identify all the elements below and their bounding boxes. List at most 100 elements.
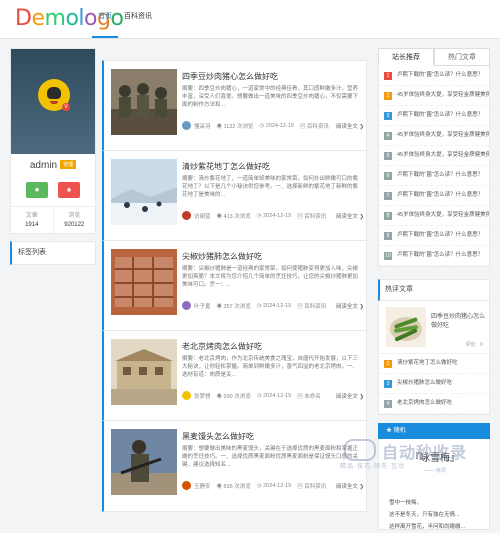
hot-item-title[interactable]: 四季豆炒肉猪心怎么做好吃 xyxy=(431,311,489,329)
post-date-text: 2024-12-19 xyxy=(263,212,292,219)
recommended-item-title: 卢熙下载的“菌”怎么读？什么意思？ xyxy=(397,72,484,78)
author-avatar[interactable] xyxy=(182,391,191,400)
view-count-text: 413 次浏览 xyxy=(223,213,251,220)
post-category-text: 百科资讯 xyxy=(304,483,327,490)
view-count: ◉ 357 次浏览 xyxy=(217,302,251,310)
post-thumbnail[interactable] xyxy=(111,249,177,315)
tab-recommended[interactable]: 站长推荐 xyxy=(378,48,434,66)
rank-number: 1 xyxy=(384,71,392,80)
post-thumbnail[interactable] xyxy=(111,69,177,135)
eye-icon: ◉ xyxy=(216,303,224,310)
rank-number: 9 xyxy=(384,231,392,240)
hot-item-featured[interactable]: 四季豆炒肉猪心怎么做好吃 评论：0 xyxy=(379,301,489,354)
read-more-link[interactable]: 阅读全文 ❯ xyxy=(336,122,364,130)
recommended-item-title: 45岁体验终身大提，享受轻金质健美俱乐... xyxy=(397,132,489,138)
hot-item[interactable]: 4 老北京烤肉怎么做好吃 xyxy=(379,394,489,414)
logo-letter: m xyxy=(44,6,66,31)
hot-comments-header: 热评文章 xyxy=(378,279,490,301)
rank-number: 6 xyxy=(384,171,392,180)
post-date-text: 2024-12-19 xyxy=(263,302,292,309)
post-excerpt: 摘要：想要做出美味的黑麦馒头，关键在于选择优质的黑麦面粉和掌握正确的烹饪技巧。一… xyxy=(182,446,359,468)
hot-item[interactable]: 3 尖椒炒猪肺怎么做好吃 xyxy=(379,374,489,394)
recommended-item[interactable]: 9 卢熙下载的“菌”怎么读？什么意思？ xyxy=(379,226,489,246)
read-more-link[interactable]: 阅读全文 ❯ xyxy=(336,482,364,490)
sidebar-tabs: 站长推荐 热门文章 xyxy=(378,48,490,66)
stat-value: 920122 xyxy=(64,222,85,228)
recommended-item[interactable]: 5 45岁体验终身大提，享受轻金质健美俱乐... xyxy=(379,146,489,166)
random-header: ★ 随机 xyxy=(378,423,490,439)
recommended-item[interactable]: 8 45岁体验终身大提，享受轻金质健美俱乐... xyxy=(379,206,489,226)
arrow-right-icon: ❯ xyxy=(359,213,364,220)
profile-name: admin xyxy=(29,160,58,171)
post-meta: 叶子夏 ◉ 357 次浏览 ◷ 2024-12-19 ▤ 百科资讯 阅读全文 ❯ xyxy=(182,301,364,310)
read-more-link[interactable]: 阅读全文 ❯ xyxy=(336,302,364,310)
read-more-link[interactable]: 阅读全文 ❯ xyxy=(336,392,364,400)
stat-label: 浏览 xyxy=(68,213,81,219)
wechat-button[interactable]: ● xyxy=(26,182,48,198)
qq-button[interactable]: ♠ xyxy=(58,182,80,198)
post-date-text: 2024-12-19 xyxy=(265,122,294,129)
post-thumbnail[interactable] xyxy=(111,429,177,495)
top-header: Demologo 首页 百科资讯 xyxy=(0,0,500,39)
post-title[interactable]: 黑麦馒头怎么做好吃 xyxy=(182,431,254,442)
post-category[interactable]: ▤ 百科资讯 xyxy=(300,122,329,130)
hot-item[interactable]: 2 清炒紫花地丁怎么做好吃 xyxy=(379,354,489,374)
read-more-link[interactable]: 阅读全文 ❯ xyxy=(336,212,364,220)
recommended-item-title: 卢熙下载的“菌”怎么读？什么意思？ xyxy=(397,112,484,118)
qq-icon: ♠ xyxy=(66,185,72,194)
read-more-text: 阅读全文 xyxy=(335,303,358,310)
post-category[interactable]: ▤ 百科资讯 xyxy=(297,482,326,490)
recommended-item[interactable]: 7 卢熙下载的“菌”怎么读？什么意思？ xyxy=(379,186,489,206)
recommended-item[interactable]: 10 卢熙下载的“菌”怎么读？什么意思？ xyxy=(379,246,489,266)
author-name[interactable]: 懂采羽 xyxy=(194,122,211,130)
recommended-item[interactable]: 3 卢熙下载的“菌”怎么读？什么意思？ xyxy=(379,106,489,126)
post-title[interactable]: 尖椒炒猪肺怎么做好吃 xyxy=(182,251,262,262)
stat-label: 文章 xyxy=(25,213,38,219)
tab-popular[interactable]: 热门文章 xyxy=(434,48,490,66)
folder-icon: ▤ xyxy=(299,123,307,130)
read-more-text: 阅读全文 xyxy=(335,483,358,490)
eye-icon: ◉ xyxy=(216,123,224,130)
post-category[interactable]: ▤ 百科资讯 xyxy=(297,212,326,220)
post-category[interactable]: ▤ 未命名 xyxy=(297,392,321,400)
author-name[interactable]: 叶子夏 xyxy=(194,302,211,310)
author-name[interactable]: 张梦想 xyxy=(194,392,211,400)
arrow-right-icon: ❯ xyxy=(359,483,364,490)
recommended-item[interactable]: 4 45岁体验终身大提，享受轻金质健美俱乐... xyxy=(379,126,489,146)
post-category[interactable]: ▤ 百科资讯 xyxy=(297,302,326,310)
author-avatar[interactable] xyxy=(182,481,191,490)
quote-line: 雪中一枝梅， xyxy=(389,500,423,506)
hot-item-thumbnail[interactable] xyxy=(386,307,426,347)
tag-list-header: 标签列表 xyxy=(10,241,96,265)
arrow-right-icon: ❯ xyxy=(359,123,364,130)
hot-item-title: 尖椒炒猪肺怎么做好吃 xyxy=(397,380,453,386)
post-thumbnail[interactable] xyxy=(111,339,177,405)
quote-source: —— 诗词 xyxy=(424,468,446,474)
author-avatar[interactable] xyxy=(182,121,191,130)
author-avatar[interactable] xyxy=(182,301,191,310)
post-excerpt: 摘要：尖椒炒猪肺是一道经典的家常菜，如何使猪肺变得更加入味，尖椒更加爽脆？本文将… xyxy=(182,266,359,288)
view-count-text: 1132 次浏览 xyxy=(223,123,254,130)
recommended-item[interactable]: 2 45岁体验终身大提，享受轻金质健美俱乐... xyxy=(379,86,489,106)
post-title[interactable]: 四季豆炒肉猪心怎么做好吃 xyxy=(182,71,278,82)
author-name[interactable]: 访谢蓝 xyxy=(194,212,211,220)
author-avatar[interactable] xyxy=(182,211,191,220)
eye-icon: ◉ xyxy=(216,393,224,400)
recommended-item-title: 45岁体验终身大提，享受轻金质健美俱乐... xyxy=(397,212,489,218)
quote-text: 雪中一枝梅， 这不是冬天，只有独在无情... 这样离开雪花，半问和尚缴缴... xyxy=(389,497,465,533)
post-excerpt: 摘要：四季豆炒肉猪心，一道家常中的经典佳肴，其口感鲜嫩多汁，营养丰富，深受人们喜… xyxy=(182,86,359,108)
post-title[interactable]: 老北京烤肉怎么做好吃 xyxy=(182,341,262,352)
verified-icon: V xyxy=(62,103,70,111)
profile-card: V admin 管理 ● ♠ 文章 1914 浏览 920122 xyxy=(10,48,96,234)
nav-home[interactable]: 首页 xyxy=(92,0,118,38)
nav-encyclopedia[interactable]: 百科资讯 xyxy=(118,0,158,36)
recommended-item[interactable]: 6 卢熙下载的“菌”怎么读？什么意思？ xyxy=(379,166,489,186)
post-thumbnail[interactable] xyxy=(111,159,177,225)
post-title[interactable]: 清炒紫花地丁怎么做好吃 xyxy=(182,161,270,172)
rank-number: 10 xyxy=(384,251,392,260)
recommended-item[interactable]: 1 卢熙下载的“菌”怎么读？什么意思？ xyxy=(379,66,489,86)
author-name[interactable]: 玉静安 xyxy=(194,482,211,490)
view-count-text: 357 次浏览 xyxy=(223,303,251,310)
post-item: 黑麦馒头怎么做好吃 摘要：想要做出美味的黑麦馒头，关键在于选择优质的黑麦面粉和掌… xyxy=(102,420,367,512)
post-date: ◷ 2024-12-19 xyxy=(257,393,291,399)
